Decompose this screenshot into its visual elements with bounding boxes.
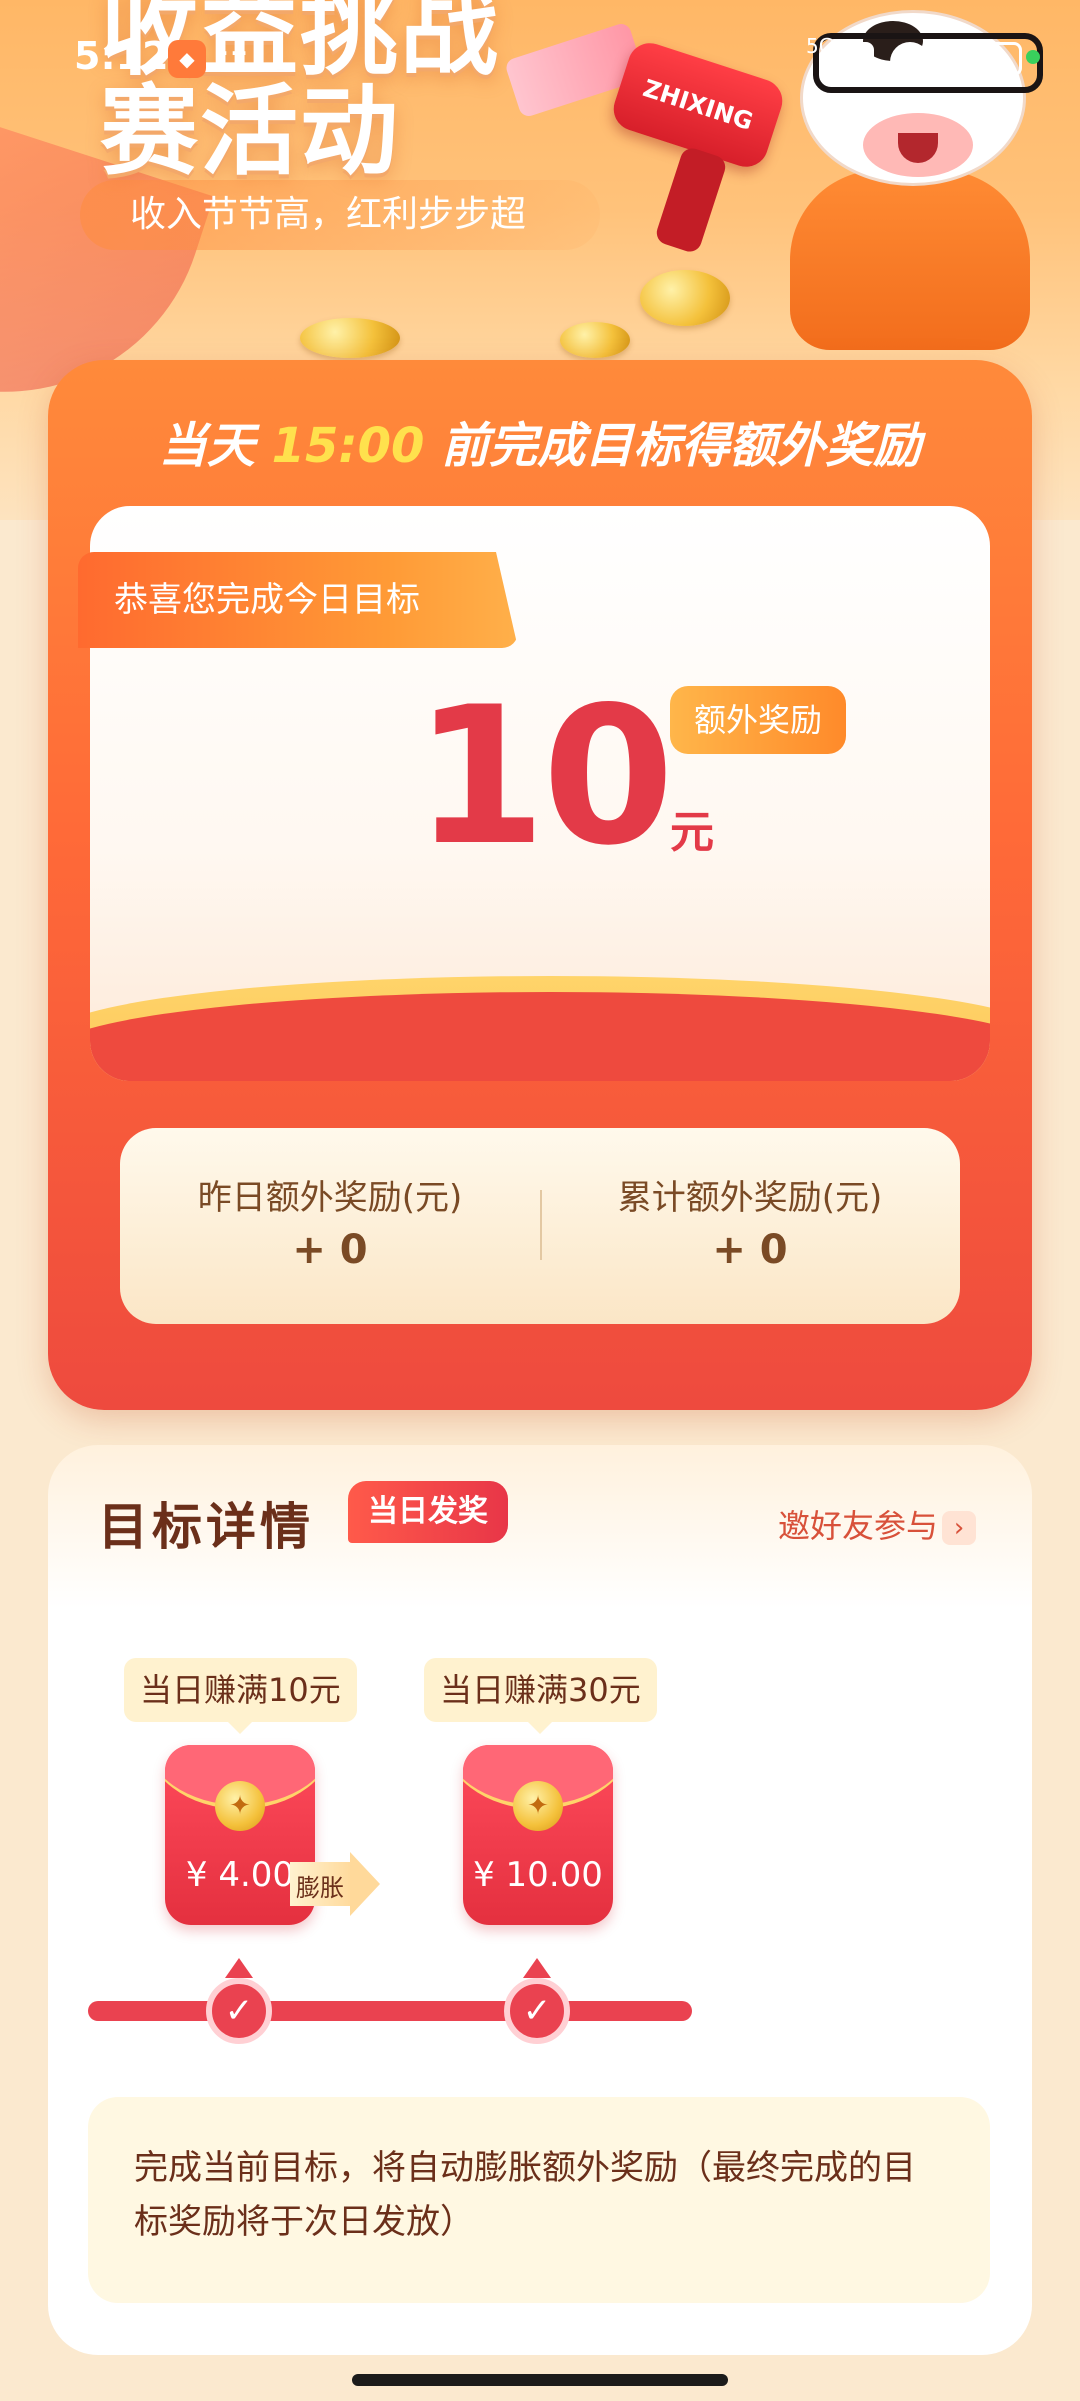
privacy-indicator-dot bbox=[1026, 50, 1040, 64]
gold-coin-icon bbox=[300, 318, 400, 358]
invite-friends-link[interactable]: 邀好友参与 › bbox=[778, 1501, 977, 1547]
signal-icon bbox=[830, 42, 874, 76]
wave-red bbox=[90, 992, 990, 1081]
headline-time: 15:00 bbox=[271, 418, 425, 474]
headline-prefix: 当天 bbox=[158, 418, 255, 474]
reward-unit: 元 bbox=[670, 807, 714, 858]
extra-reward-badge: 额外奖励 bbox=[670, 686, 846, 754]
money-gun-handle bbox=[653, 145, 729, 255]
goal-detail-title: 目标详情 bbox=[98, 1498, 314, 1556]
goal-progress-track bbox=[88, 2001, 692, 2021]
stat-yesterday-label: 昨日额外奖励(元) bbox=[197, 1178, 463, 1218]
status-bar: 5:12 ◆ ... 5G 66 bbox=[0, 0, 1080, 120]
stat-yesterday: 昨日额外奖励(元) + 0 bbox=[120, 1176, 540, 1280]
reward-stats: 昨日额外奖励(元) + 0 累计额外奖励(元) + 0 bbox=[120, 1128, 960, 1324]
gold-coin-icon bbox=[560, 322, 630, 358]
goal-complete-tag: 恭喜您完成今日目标 bbox=[78, 552, 518, 648]
invite-friends-label: 邀好友参与 bbox=[778, 1507, 939, 1545]
app-notification-icon: ◆ bbox=[168, 40, 206, 78]
stat-total-label: 累计额外奖励(元) bbox=[617, 1178, 883, 1218]
stat-yesterday-value: + 0 bbox=[292, 1227, 368, 1273]
envelope-seal-icon: ✦ bbox=[513, 1781, 563, 1831]
goal-2-amount: ¥ 10.00 bbox=[473, 1855, 603, 1895]
same-day-badge: 当日发奖 bbox=[348, 1481, 508, 1543]
chevron-right-icon: › bbox=[942, 1511, 977, 1545]
status-time: 5:12 bbox=[74, 34, 169, 78]
home-indicator[interactable] bbox=[352, 2374, 728, 2386]
expand-label: 膨胀 bbox=[296, 1874, 344, 1902]
checkmark-icon: ✓ bbox=[206, 1958, 272, 2044]
battery-icon: 66 bbox=[950, 42, 1022, 76]
status-icons: 5G 66 bbox=[770, 30, 1070, 90]
stat-total-value: + 0 bbox=[712, 1227, 788, 1273]
headline-suffix: 前完成目标得额外奖励 bbox=[441, 418, 922, 474]
expand-arrow-head bbox=[350, 1852, 380, 1916]
battery-level: 66 bbox=[973, 47, 999, 71]
goal-1-label: 当日赚满10元 bbox=[124, 1658, 357, 1734]
hero-subtitle: 收入节节高，红利步步超 bbox=[80, 180, 600, 250]
reward-amount: 10 bbox=[414, 666, 674, 887]
red-envelope-goal-2: ✦ ¥ 10.00 bbox=[463, 1745, 613, 1925]
gold-coin-icon bbox=[640, 270, 730, 326]
reward-card: 当天 15:00 前完成目标得额外奖励 恭喜您完成今日目标 10 额外奖励 元 … bbox=[48, 360, 1032, 1410]
goal-2-label: 当日赚满30元 bbox=[424, 1658, 657, 1734]
wifi-icon bbox=[890, 42, 930, 76]
reward-headline: 当天 15:00 前完成目标得额外奖励 bbox=[48, 406, 1032, 476]
status-more-dots: ... bbox=[220, 28, 249, 63]
stat-total: 累计额外奖励(元) + 0 bbox=[540, 1176, 960, 1280]
expand-arrow-icon: 膨胀 bbox=[290, 1852, 380, 1916]
cow-hoodie bbox=[790, 170, 1030, 350]
goal-note: 完成当前目标，将自动膨胀额外奖励（最终完成的目标奖励将于次日发放） bbox=[88, 2097, 990, 2303]
envelope-seal-icon: ✦ bbox=[215, 1781, 265, 1831]
checkmark-icon: ✓ bbox=[504, 1958, 570, 2044]
